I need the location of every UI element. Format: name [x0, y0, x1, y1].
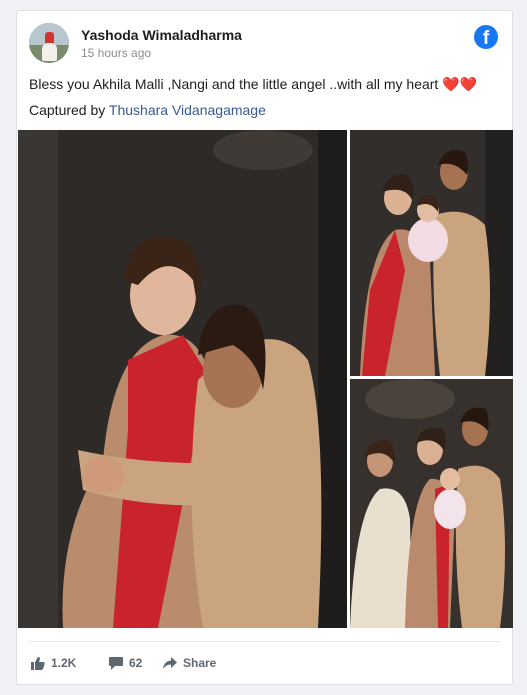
- post-caption: Bless you Akhila Malli ,Nangi and the li…: [29, 74, 499, 126]
- photo-top-right-image: [350, 130, 513, 376]
- like-icon: [31, 656, 45, 670]
- caption-line-1: Bless you Akhila Malli ,Nangi and the li…: [29, 74, 499, 94]
- like-button[interactable]: 1.2K: [31, 656, 76, 670]
- post-card: Yashoda Wimaladharma 15 hours ago f Bles…: [16, 10, 513, 685]
- caption-line-2: Captured by Thushara Vidanagamage: [29, 100, 499, 120]
- photographer-link[interactable]: Thushara Vidanagamage: [109, 102, 266, 118]
- photo-top-right[interactable]: [350, 130, 513, 376]
- caption-text: Bless you Akhila Malli ,Nangi and the li…: [29, 76, 439, 92]
- comment-icon: [109, 656, 123, 670]
- photo-bottom-right[interactable]: [350, 379, 513, 628]
- post-actions-bar: 1.2K 62 Share: [29, 641, 500, 676]
- share-icon: [163, 657, 177, 669]
- main-photo-image: [18, 130, 347, 628]
- comment-button[interactable]: 62: [109, 656, 142, 670]
- credit-prefix: Captured by: [29, 102, 109, 118]
- photo-bottom-right-image: [350, 379, 513, 628]
- avatar[interactable]: [29, 23, 69, 63]
- post-header: Yashoda Wimaladharma 15 hours ago f: [29, 23, 500, 67]
- share-button[interactable]: Share: [163, 656, 216, 670]
- like-count: 1.2K: [51, 656, 77, 670]
- main-photo[interactable]: [18, 130, 347, 628]
- author-name[interactable]: Yashoda Wimaladharma: [81, 27, 242, 43]
- heart-emoji-icon: ❤️❤️: [442, 76, 478, 92]
- share-label: Share: [183, 656, 217, 670]
- post-timestamp[interactable]: 15 hours ago: [81, 46, 151, 60]
- facebook-logo-icon[interactable]: f: [474, 25, 498, 49]
- comment-count: 62: [129, 656, 143, 670]
